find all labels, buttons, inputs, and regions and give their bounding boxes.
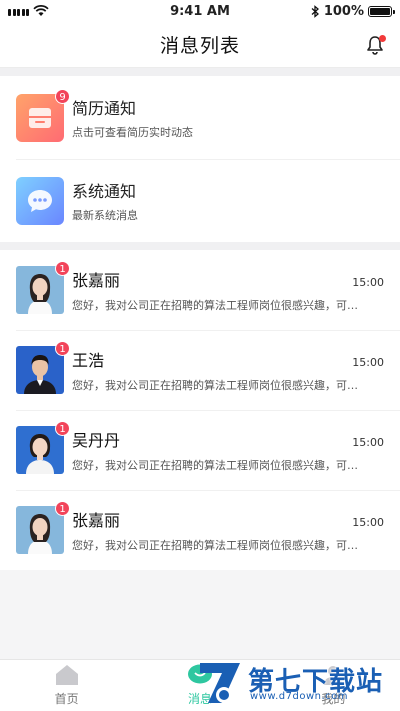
notice-text: 系统通知 最新系统消息 — [72, 178, 138, 223]
section-gap — [0, 68, 400, 76]
notice-item-resume[interactable]: 9 简历通知 点击可查看简历实时动态 — [0, 76, 400, 159]
message-preview: 您好，我对公司正在招聘的算法工程师岗位很感兴趣，可… — [72, 299, 358, 312]
message-preview: 您好，我对公司正在招聘的算法工程师岗位很感兴趣，可… — [72, 539, 358, 552]
message-item[interactable]: 1 张嘉丽 15:00 您好，我对公司正在招聘的算法工程师岗位很感兴趣，可… — [0, 490, 400, 570]
battery-percent: 100% — [323, 3, 364, 19]
message-time: 15:00 — [352, 516, 384, 529]
nav-bar: 消息列表 — [0, 22, 400, 68]
watermark: 第七下载站 www.d7down.com — [194, 655, 394, 711]
message-body: 张嘉丽 15:00 您好，我对公司正在招聘的算法工程师岗位很感兴趣，可… — [72, 507, 384, 553]
notification-bell-button[interactable] — [364, 34, 386, 56]
app-root: 9:41 AM 100% 消息列表 9 简历通知 点击可查看简历实时动态 系统通… — [0, 0, 400, 711]
avatar: 1 — [16, 421, 70, 474]
message-item[interactable]: 1 张嘉丽 15:00 您好，我对公司正在招聘的算法工程师岗位很感兴趣，可… — [0, 250, 400, 330]
message-item[interactable]: 1 吴丹丹 15:00 您好，我对公司正在招聘的算法工程师岗位很感兴趣，可… — [0, 410, 400, 490]
message-preview: 您好，我对公司正在招聘的算法工程师岗位很感兴趣，可… — [72, 379, 358, 392]
notice-item-system[interactable]: 系统通知 最新系统消息 — [0, 159, 400, 242]
bluetooth-icon — [311, 4, 319, 18]
message-time: 15:00 — [352, 276, 384, 289]
notice-subtitle: 最新系统消息 — [72, 209, 138, 222]
message-body: 张嘉丽 15:00 您好，我对公司正在招聘的算法工程师岗位很感兴趣，可… — [72, 267, 384, 313]
sender-name: 王浩 — [72, 351, 105, 370]
avatar: 1 — [16, 341, 70, 394]
sender-name: 张嘉丽 — [72, 271, 121, 290]
resume-badge: 9 — [55, 88, 70, 104]
status-time: 9:41 AM — [170, 3, 230, 19]
resume-icon: 9 — [16, 88, 70, 142]
sender-name: 张嘉丽 — [72, 511, 121, 530]
message-time: 15:00 — [352, 356, 384, 369]
message-body: 吴丹丹 15:00 您好，我对公司正在招聘的算法工程师岗位很感兴趣，可… — [72, 427, 384, 473]
message-time: 15:00 — [352, 436, 384, 449]
bell-unread-dot — [379, 35, 386, 42]
section-gap — [0, 242, 400, 250]
tab-label: 首页 — [54, 692, 79, 706]
sender-name: 吴丹丹 — [72, 431, 121, 450]
notice-title: 简历通知 — [72, 99, 137, 118]
unread-badge: 1 — [55, 501, 70, 516]
watermark-logo — [200, 663, 240, 703]
message-preview: 您好，我对公司正在招聘的算法工程师岗位很感兴趣，可… — [72, 459, 358, 472]
page-title: 消息列表 — [159, 35, 240, 57]
signal-icon — [8, 7, 29, 16]
unread-badge: 1 — [55, 421, 70, 436]
status-right: 100% — [272, 3, 395, 19]
battery-icon — [368, 5, 395, 17]
avatar: 1 — [16, 501, 70, 554]
home-icon — [55, 665, 78, 685]
notice-section: 9 简历通知 点击可查看简历实时动态 系统通知 最新系统消息 — [0, 76, 400, 242]
notice-subtitle: 点击可查看简历实时动态 — [72, 126, 193, 139]
wifi-icon — [33, 5, 49, 16]
avatar: 1 — [16, 261, 70, 314]
watermark-url: www.d7down.com — [250, 691, 349, 702]
chat-bubble-icon — [16, 176, 64, 225]
tab-home[interactable]: 首页 — [0, 660, 133, 711]
message-list: 1 张嘉丽 15:00 您好，我对公司正在招聘的算法工程师岗位很感兴趣，可… 1… — [0, 250, 400, 570]
unread-badge: 1 — [55, 261, 70, 276]
unread-badge: 1 — [55, 341, 70, 356]
notice-title: 系统通知 — [72, 182, 137, 201]
status-left — [8, 5, 128, 17]
message-body: 王浩 15:00 您好，我对公司正在招聘的算法工程师岗位很感兴趣，可… — [72, 347, 384, 393]
notice-text: 简历通知 点击可查看简历实时动态 — [72, 95, 193, 140]
status-bar: 9:41 AM 100% — [0, 0, 400, 22]
message-item[interactable]: 1 王浩 15:00 您好，我对公司正在招聘的算法工程师岗位很感兴趣，可… — [0, 330, 400, 410]
